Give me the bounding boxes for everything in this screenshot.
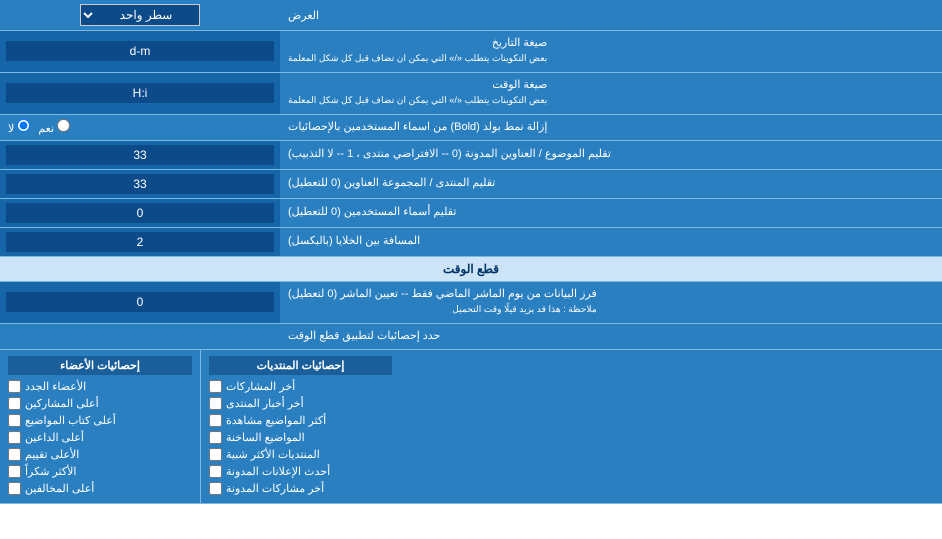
radio-no-label: لا xyxy=(8,119,30,135)
checkbox-2-1[interactable] xyxy=(8,380,21,393)
display-dropdown-cell: سطر واحد سطرين ثلاثة أسطر xyxy=(0,0,280,30)
label-sort-data: فرز البيانات من يوم الماشر الماضي فقط --… xyxy=(280,282,942,323)
stats-item-1-5: المنتديات الأكثر شبية xyxy=(209,446,392,463)
bold-remove-radio-cell: نعم لا xyxy=(0,115,280,140)
stats-item-2-6: الأكثر شكراً xyxy=(8,463,192,480)
stats-item-1-4: المواضيع الساخنة xyxy=(209,429,392,446)
trim-topic-input[interactable] xyxy=(6,145,274,165)
stats-empty-col xyxy=(400,350,942,503)
stats-col1-title: إحصائيات المنتديات xyxy=(209,356,392,375)
checkbox-2-7[interactable] xyxy=(8,482,21,495)
checkbox-1-3[interactable] xyxy=(209,414,222,427)
radio-no[interactable] xyxy=(17,119,30,132)
display-dropdown[interactable]: سطر واحد سطرين ثلاثة أسطر xyxy=(80,4,200,26)
checkbox-1-2[interactable] xyxy=(209,397,222,410)
section-header-cuttime: قطع الوقت xyxy=(0,257,942,282)
label-display: العرض xyxy=(280,0,942,30)
label-trim-topic: تقليم الموضوع / العناوين المدونة (0 -- ا… xyxy=(280,141,942,169)
checkbox-1-4[interactable] xyxy=(209,431,222,444)
trim-users-cell xyxy=(0,199,280,227)
trim-users-input[interactable] xyxy=(6,203,274,223)
stats-col2-title: إحصائيات الأعضاء xyxy=(8,356,192,375)
label-date-format: صيغة التاريخبعض التكوينات يتطلب «/» التي… xyxy=(280,31,942,72)
stats-item-2-5: الأعلى تقييم xyxy=(8,446,192,463)
radio-yes-label: نعم xyxy=(38,119,70,135)
stats-item-1-6: أحدث الإعلانات المدونة xyxy=(209,463,392,480)
sort-data-cell xyxy=(0,282,280,323)
checkbox-1-1[interactable] xyxy=(209,380,222,393)
cell-spacing-cell xyxy=(0,228,280,256)
checkbox-1-6[interactable] xyxy=(209,465,222,478)
time-format-input[interactable] xyxy=(6,83,274,103)
stats-col2: إحصائيات الأعضاء الأعضاء الجدد أعلى المش… xyxy=(0,350,200,503)
label-bold-remove: إزالة نمط بولد (Bold) من اسماء المستخدمي… xyxy=(280,115,942,140)
stats-item-2-4: أعلى الداعين xyxy=(8,429,192,446)
checkbox-1-7[interactable] xyxy=(209,482,222,495)
checkbox-1-5[interactable] xyxy=(209,448,222,461)
stats-item-1-3: أكثر المواضيع مشاهدة xyxy=(209,412,392,429)
stats-item-2-3: أعلى كتاب المواضيع xyxy=(8,412,192,429)
checkbox-2-3[interactable] xyxy=(8,414,21,427)
radio-yes[interactable] xyxy=(57,119,70,132)
label-trim-forum: تقليم المنتدى / المجموعة العناوين (0 للت… xyxy=(280,170,942,198)
label-time-format: صيغة الوقتبعض التكوينات يتطلب «/» التي ي… xyxy=(280,73,942,114)
stats-item-2-7: أعلى المخالفين xyxy=(8,480,192,497)
label-cell-spacing: المسافة بين الخلايا (بالبكسل) xyxy=(280,228,942,256)
sort-data-input[interactable] xyxy=(6,292,274,312)
stats-item-2-1: الأعضاء الجدد xyxy=(8,378,192,395)
checkbox-2-6[interactable] xyxy=(8,465,21,478)
checkbox-2-2[interactable] xyxy=(8,397,21,410)
checkbox-2-4[interactable] xyxy=(8,431,21,444)
stats-item-2-2: أعلى المشاركين xyxy=(8,395,192,412)
checkbox-2-5[interactable] xyxy=(8,448,21,461)
date-format-input[interactable] xyxy=(6,41,274,61)
stats-item-1-1: أخر المشاركات xyxy=(209,378,392,395)
label-stats-header: حدد إحصائيات لتطبيق قطع الوقت xyxy=(280,324,942,349)
stats-col1: إحصائيات المنتديات أخر المشاركات أخر أخب… xyxy=(200,350,400,503)
label-trim-users: تقليم أسماء المستخدمين (0 للتعطيل) xyxy=(280,199,942,227)
stats-item-1-2: أخر أخبار المنتدى xyxy=(209,395,392,412)
trim-forum-input[interactable] xyxy=(6,174,274,194)
date-format-cell xyxy=(0,31,280,72)
time-format-cell xyxy=(0,73,280,114)
cell-spacing-input[interactable] xyxy=(6,232,274,252)
trim-topic-cell xyxy=(0,141,280,169)
stats-item-1-7: أخر مشاركات المدونة xyxy=(209,480,392,497)
trim-forum-cell xyxy=(0,170,280,198)
stats-header-empty xyxy=(0,324,280,349)
